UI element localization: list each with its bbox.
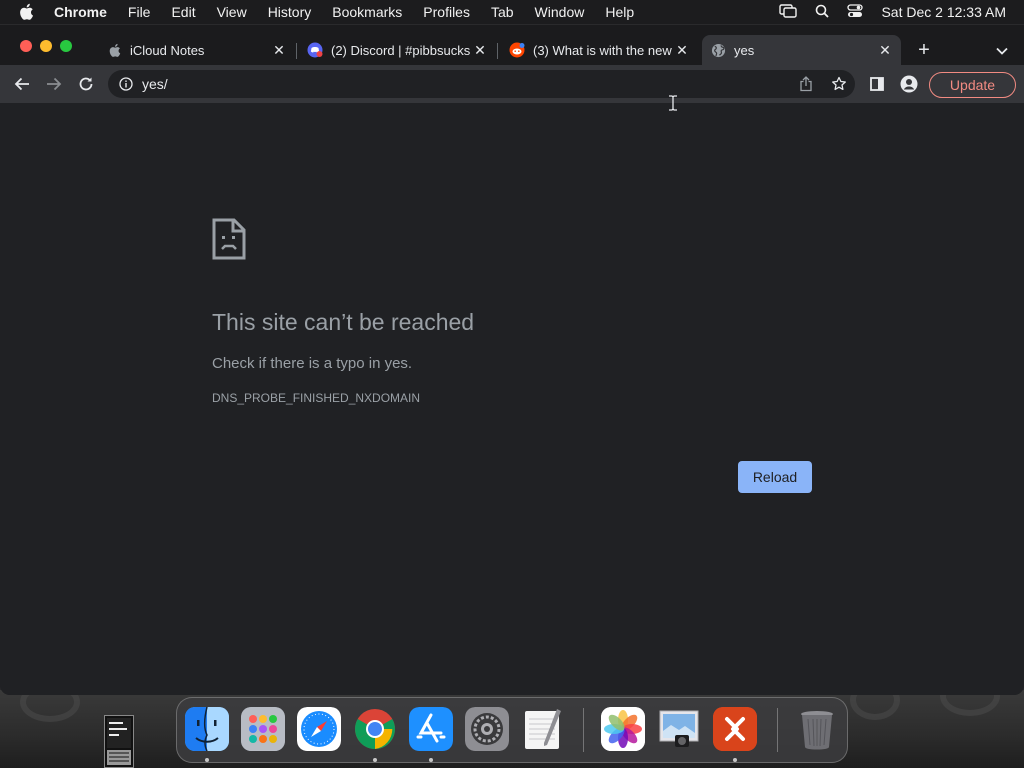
share-icon[interactable] [799, 76, 815, 92]
trash-icon[interactable] [795, 707, 839, 751]
browser-window: iCloud Notes ✕ (2) Discord | #pibbsucks … [0, 25, 1024, 695]
screen-mirroring-icon[interactable] [779, 3, 798, 21]
discord-icon [307, 42, 323, 58]
text-cursor-icon [668, 95, 678, 111]
dock [176, 697, 848, 763]
app-store-icon[interactable] [409, 707, 453, 751]
spotlight-search-icon[interactable] [815, 4, 830, 21]
window-close-button[interactable] [20, 40, 32, 52]
menu-bar: Chrome File Edit View History Bookmarks … [0, 0, 1024, 24]
tab-separator [296, 43, 297, 59]
site-info-icon[interactable] [118, 76, 134, 92]
update-button[interactable]: Update [929, 72, 1016, 98]
sad-page-icon [212, 218, 246, 260]
tab-close-icon[interactable]: ✕ [472, 42, 488, 58]
bookmark-star-icon[interactable] [831, 76, 847, 92]
remote-desktop-icon[interactable] [713, 707, 757, 751]
apple-icon [106, 42, 122, 58]
reload-button[interactable]: Reload [738, 461, 812, 493]
safari-icon[interactable] [297, 707, 341, 751]
error-code[interactable]: DNS_PROBE_FINISHED_NXDOMAIN [212, 391, 420, 405]
running-indicator [373, 758, 377, 762]
side-panel-icon[interactable] [867, 74, 887, 94]
tab-close-icon[interactable]: ✕ [877, 42, 893, 58]
textedit-icon[interactable] [521, 707, 565, 751]
chrome-icon[interactable] [353, 707, 397, 751]
forward-arrow-icon[interactable] [42, 72, 66, 96]
new-tab-plus-icon[interactable]: + [912, 39, 936, 63]
globe-icon [710, 42, 726, 58]
menu-edit[interactable]: Edit [171, 4, 195, 20]
system-settings-icon[interactable] [465, 707, 509, 751]
dock-separator [777, 708, 778, 752]
launchpad-icon[interactable] [241, 707, 285, 751]
window-zoom-button[interactable] [60, 40, 72, 52]
tab-discord[interactable]: (2) Discord | #pibbsucks ✕ [299, 35, 496, 65]
menu-file[interactable]: File [128, 4, 151, 20]
url-text[interactable]: yes/ [142, 76, 168, 92]
menu-bookmarks[interactable]: Bookmarks [332, 4, 402, 20]
tab-strip: iCloud Notes ✕ (2) Discord | #pibbsucks … [0, 25, 1024, 65]
menu-profiles[interactable]: Profiles [423, 4, 470, 20]
tab-reddit[interactable]: (3) What is with the new ✕ [501, 35, 698, 65]
reload-icon[interactable] [74, 72, 98, 96]
photos-icon[interactable] [601, 707, 645, 751]
error-description: Check if there is a typo in yes. [212, 355, 413, 372]
tab-yes[interactable]: yes ✕ [702, 35, 901, 65]
tab-title: yes [734, 42, 755, 58]
address-bar[interactable]: yes/ [108, 70, 855, 98]
tab-separator [497, 43, 498, 59]
window-minimize-button[interactable] [40, 40, 52, 52]
menu-history[interactable]: History [268, 4, 312, 20]
dock-separator [583, 708, 584, 752]
tab-close-icon[interactable]: ✕ [271, 42, 287, 58]
profile-avatar-icon[interactable] [899, 74, 919, 94]
menu-tab[interactable]: Tab [491, 4, 514, 20]
menu-window[interactable]: Window [535, 4, 585, 20]
preview-icon[interactable] [657, 707, 701, 751]
tab-search-chevron-down-icon[interactable] [992, 39, 1012, 63]
control-center-icon[interactable] [847, 3, 864, 21]
running-indicator [429, 758, 433, 762]
error-page: This site can’t be reached Check if ther… [0, 103, 1024, 695]
apple-menu-icon[interactable] [18, 3, 38, 21]
menu-view[interactable]: View [217, 4, 247, 20]
tab-icloud-notes[interactable]: iCloud Notes ✕ [98, 35, 295, 65]
menu-help[interactable]: Help [605, 4, 634, 20]
minimized-window-thumbnail[interactable] [104, 715, 134, 768]
menubar-clock[interactable]: Sat Dec 2 12:33 AM [881, 4, 1006, 20]
window-controls [20, 40, 72, 52]
browser-toolbar: yes/ Update [0, 65, 1024, 103]
running-indicator [205, 758, 209, 762]
running-indicator [733, 758, 737, 762]
error-title: This site can’t be reached [212, 309, 475, 335]
tab-close-icon[interactable]: ✕ [674, 42, 690, 58]
back-arrow-icon[interactable] [10, 72, 34, 96]
tab-title: (3) What is with the new [533, 42, 672, 58]
menu-app-name[interactable]: Chrome [54, 4, 107, 20]
tab-title: iCloud Notes [130, 42, 205, 58]
finder-icon[interactable] [185, 707, 229, 751]
tab-title: (2) Discord | #pibbsucks [331, 42, 471, 58]
reddit-icon [509, 42, 525, 58]
